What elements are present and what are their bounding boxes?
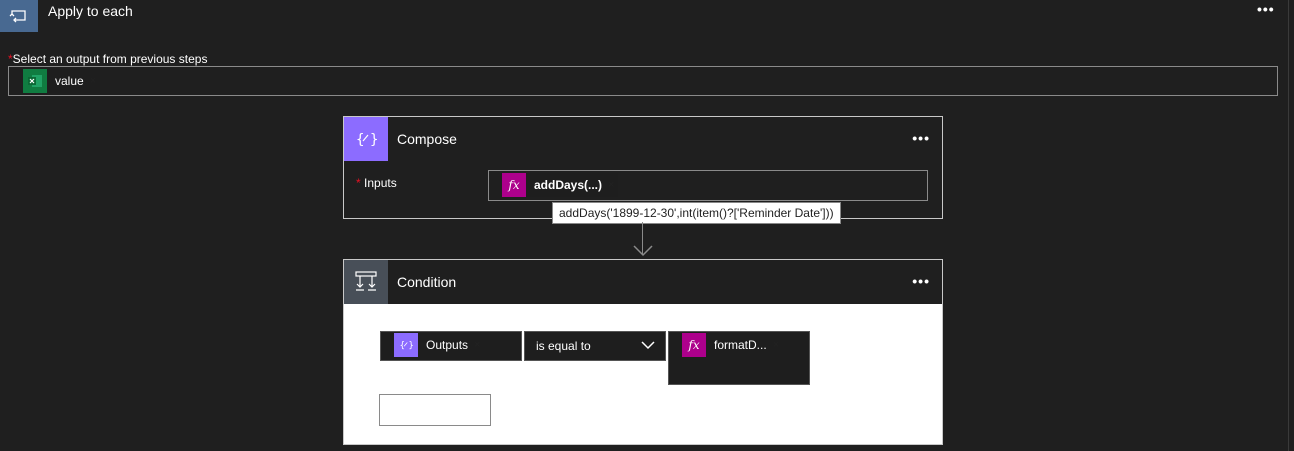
value-token[interactable]: value × <box>23 69 101 93</box>
formatd-token[interactable]: fx formatD... × <box>682 333 784 357</box>
outputs-token-label: Outputs <box>426 338 469 352</box>
expression-tooltip: addDays('1899-12-30',int(item()?['Remind… <box>552 202 841 224</box>
compose-inputs-field[interactable]: fx addDays(...) × <box>488 170 928 201</box>
value-token-remove-icon[interactable]: × <box>90 75 100 87</box>
apply-to-each-title[interactable]: Apply to each <box>48 3 133 19</box>
condition-operator-select[interactable]: is equal to <box>524 331 666 361</box>
condition-right-operand-field[interactable]: fx formatD... × <box>668 331 810 385</box>
condition-left-operand-field[interactable]: { } Outputs × <box>380 331 522 361</box>
svg-text:}: } <box>409 341 413 351</box>
excel-icon <box>23 69 47 93</box>
compose-icon: { } <box>344 117 388 161</box>
compose-more-button[interactable]: ••• <box>912 131 930 145</box>
condition-title: Condition <box>397 274 457 290</box>
compose-icon: { } <box>394 333 418 357</box>
scope-border <box>1288 0 1289 451</box>
condition-add-row-field[interactable] <box>379 394 491 426</box>
compose-inputs-label-text: Inputs <box>364 176 397 190</box>
outputs-token[interactable]: { } Outputs × <box>394 333 485 357</box>
condition-icon <box>344 260 388 304</box>
condition-operator-value: is equal to <box>536 339 591 353</box>
connector-arrow-icon <box>633 245 653 257</box>
fx-icon: fx <box>502 173 526 197</box>
fx-icon: fx <box>682 333 706 357</box>
condition-header[interactable]: Condition ••• <box>344 260 942 304</box>
value-token-label: value <box>55 74 84 88</box>
chevron-down-icon <box>641 341 655 350</box>
formatd-token-remove-icon[interactable]: × <box>773 339 783 351</box>
outputs-token-remove-icon[interactable]: × <box>474 339 484 351</box>
select-output-label-text: Select an output from previous steps <box>12 52 208 66</box>
condition-more-button[interactable]: ••• <box>912 274 930 288</box>
select-output-field[interactable]: value × <box>8 66 1278 96</box>
adddays-token-remove-icon[interactable]: × <box>608 179 618 191</box>
compose-inputs-label: * Inputs <box>356 176 397 190</box>
apply-to-each-icon <box>0 0 38 32</box>
required-mark: * <box>356 176 361 190</box>
compose-header[interactable]: { } Compose ••• <box>344 117 942 161</box>
adddays-token-label: addDays(...) <box>534 178 603 192</box>
formatd-token-label: formatD... <box>714 338 767 352</box>
apply-to-each-more-button[interactable]: ••• <box>1257 2 1275 16</box>
svg-text:}: } <box>370 132 377 148</box>
compose-title: Compose <box>397 131 457 147</box>
adddays-token[interactable]: fx addDays(...) × <box>502 173 619 197</box>
select-output-label: *Select an output from previous steps <box>8 52 207 66</box>
